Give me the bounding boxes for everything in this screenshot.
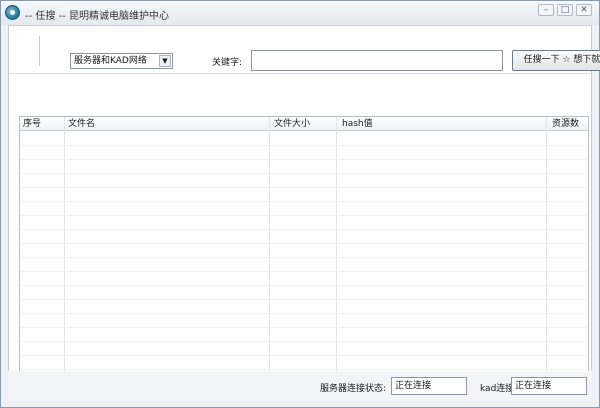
row-gridline xyxy=(20,341,588,342)
app-window: -- 任搜 -- 昆明精诚电脑维护中心 – □ ✕ 服务器和KAD网络 ▼ 关键… xyxy=(0,0,600,408)
row-gridline xyxy=(20,145,588,146)
dropdown-arrow-icon[interactable]: ▼ xyxy=(159,55,171,67)
row-gridline xyxy=(20,327,588,328)
row-gridline xyxy=(20,243,588,244)
column-header-filesize[interactable]: 文件大小 xyxy=(274,118,310,130)
row-gridline xyxy=(20,299,588,300)
row-gridline xyxy=(20,187,588,188)
row-gridline xyxy=(20,173,588,174)
search-button[interactable]: 任搜一下 ☆ 想下就下 xyxy=(512,50,600,71)
row-gridline xyxy=(20,257,588,258)
network-select[interactable]: 服务器和KAD网络 ▼ xyxy=(70,53,173,69)
keyword-label: 关键字: xyxy=(212,58,243,68)
column-header-hash[interactable]: hash值 xyxy=(342,118,373,130)
row-gridline xyxy=(20,201,588,202)
close-button[interactable]: ✕ xyxy=(576,4,592,16)
column-header-sources[interactable]: 资源数 xyxy=(552,118,579,130)
app-logo-icon xyxy=(5,5,20,20)
toolbar-divider xyxy=(9,73,591,74)
column-header-filename[interactable]: 文件名 xyxy=(68,118,95,130)
maximize-button[interactable]: □ xyxy=(557,4,573,16)
table-header: 序号 文件名 文件大小 hash值 资源数 xyxy=(20,117,588,131)
main-panel: 服务器和KAD网络 ▼ 关键字: 任搜一下 ☆ 想下就下 序号 文件名 文件大小… xyxy=(8,25,600,401)
minimize-button[interactable]: – xyxy=(538,4,554,16)
column-header-index[interactable]: 序号 xyxy=(23,118,41,130)
kad-status-value: 正在连接 xyxy=(511,377,587,395)
status-bar: 服务器连接状态: 正在连接 kad连接 正在连接 xyxy=(8,371,592,401)
row-gridline xyxy=(20,215,588,216)
row-gridline xyxy=(20,355,588,356)
network-select-value: 服务器和KAD网络 xyxy=(74,56,147,66)
row-gridline xyxy=(20,271,588,272)
server-status-value: 正在连接 xyxy=(391,377,467,395)
row-gridline xyxy=(20,159,588,160)
row-gridline xyxy=(20,313,588,314)
row-gridline xyxy=(20,229,588,230)
window-title: -- 任搜 -- 昆明精诚电脑维护中心 xyxy=(25,11,169,22)
server-status-label: 服务器连接状态: xyxy=(320,384,387,394)
search-toolbar: 服务器和KAD网络 ▼ 关键字: 任搜一下 ☆ 想下就下 xyxy=(39,36,600,71)
row-gridline xyxy=(20,369,588,370)
keyword-input[interactable] xyxy=(251,50,503,71)
kad-status-label: kad连接 xyxy=(480,384,515,394)
results-table[interactable]: 序号 文件名 文件大小 hash值 资源数 xyxy=(19,116,589,392)
title-bar[interactable]: -- 任搜 -- 昆明精诚电脑维护中心 – □ ✕ xyxy=(1,1,599,25)
row-gridline xyxy=(20,285,588,286)
